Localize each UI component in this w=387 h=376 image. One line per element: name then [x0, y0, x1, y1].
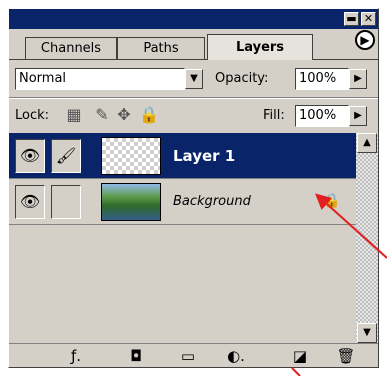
palette-menu-button[interactable]: ▶	[355, 30, 375, 50]
brush-icon: 🖌	[55, 146, 77, 165]
palette-bottom-bar: ƒ. ◘ ▭ ◐. ◪ 🗑	[9, 343, 378, 367]
layer-list-scrollbar[interactable]: ▲ ▼	[356, 133, 378, 343]
visibility-toggle[interactable]: 👁	[15, 185, 45, 219]
lock-row: Lock: ▦ ✎ ✥ 🔒 Fill: 100% ▶	[9, 100, 378, 132]
lock-all-icon[interactable]: 🔒	[139, 106, 159, 124]
fill-label: Fill:	[263, 108, 285, 123]
layer-row-layer-1[interactable]: 👁 🖌 Layer 1	[9, 133, 356, 179]
layer-row-background[interactable]: 👁 Background 🔒	[9, 179, 356, 225]
blend-mode-dropdown-button[interactable]: ▼	[185, 69, 203, 89]
tab-divider	[9, 59, 378, 60]
trash-icon[interactable]: 🗑	[335, 346, 357, 366]
circle-arrow-icon: ▶	[360, 33, 370, 47]
opacity-input[interactable]: 100%	[295, 68, 349, 90]
fill-input[interactable]: 100%	[295, 105, 349, 127]
lock-transparency-icon[interactable]: ▦	[65, 106, 83, 124]
lock-image-pixels-icon[interactable]: ✎	[93, 106, 111, 124]
layers-palette: ▬ ✕ Channels Paths Layers ▶ Normal ▼ Opa…	[8, 8, 379, 368]
tab-paths[interactable]: Paths	[117, 37, 205, 59]
eye-icon: 👁	[19, 146, 41, 165]
layer-set-icon[interactable]: ▭	[177, 346, 199, 366]
triangle-right-icon: ▶	[354, 73, 362, 84]
padlock-icon: 🔒	[323, 193, 341, 209]
scroll-down-button[interactable]: ▼	[357, 323, 377, 343]
layer-name[interactable]: Layer 1	[173, 146, 235, 166]
palette-title-bar[interactable]: ▬ ✕	[9, 9, 378, 29]
blend-row: Normal ▼ Opacity: 100% ▶	[9, 63, 378, 95]
options-separator	[9, 97, 378, 99]
eye-icon: 👁	[19, 192, 41, 211]
tab-layers[interactable]: Layers	[207, 34, 313, 60]
layer-thumbnail	[101, 137, 161, 175]
annotation-arrow-new-layer	[291, 367, 301, 376]
scroll-up-button[interactable]: ▲	[357, 133, 377, 153]
layer-style-icon[interactable]: ƒ.	[65, 346, 87, 366]
opacity-label: Opacity:	[215, 71, 269, 86]
tab-row: Channels Paths Layers ▶	[9, 29, 378, 60]
blend-mode-select[interactable]: Normal	[15, 68, 185, 90]
visibility-toggle[interactable]: 👁	[15, 139, 45, 173]
adjustment-layer-icon[interactable]: ◐.	[225, 346, 247, 366]
opacity-slider-button[interactable]: ▶	[349, 69, 367, 89]
layer-thumbnail	[101, 183, 161, 221]
fill-slider-button[interactable]: ▶	[349, 106, 367, 126]
minimize-button[interactable]: ▬	[344, 12, 359, 26]
layer-name[interactable]: Background	[173, 192, 251, 212]
layer-list: 👁 🖌 Layer 1 👁 Background 🔒	[9, 133, 356, 343]
layer-mask-icon[interactable]: ◘	[125, 346, 147, 366]
lock-label: Lock:	[15, 108, 50, 123]
new-layer-icon[interactable]: ◪	[289, 346, 311, 366]
close-button[interactable]: ✕	[361, 12, 376, 26]
tab-channels[interactable]: Channels	[25, 37, 117, 59]
triangle-right-icon: ▶	[354, 110, 362, 121]
chevron-down-icon: ▼	[190, 73, 198, 84]
link-brush-toggle[interactable]: 🖌	[51, 139, 81, 173]
lock-position-icon[interactable]: ✥	[115, 106, 133, 124]
link-brush-toggle[interactable]	[51, 185, 81, 219]
